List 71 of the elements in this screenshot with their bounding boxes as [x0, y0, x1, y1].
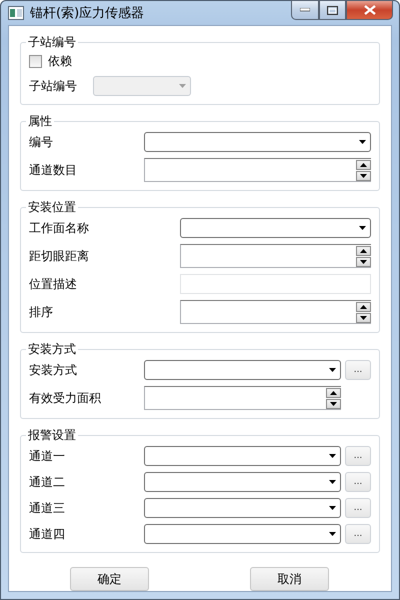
spin-field[interactable]: [144, 386, 341, 410]
close-button[interactable]: [346, 0, 393, 20]
caret-down-icon: [330, 402, 337, 406]
group-title: 报警设置: [27, 427, 77, 444]
caret-down-icon: [179, 84, 186, 88]
field-label: 通道数目: [29, 162, 78, 178]
dropdown[interactable]: [144, 498, 341, 518]
more-button[interactable]: ...: [345, 360, 371, 380]
spin-down-button[interactable]: [356, 256, 371, 266]
maximize-button[interactable]: [319, 0, 346, 20]
spin-up-button[interactable]: [356, 246, 371, 256]
close-icon: [364, 5, 376, 15]
spin-up-button[interactable]: [356, 302, 371, 312]
field-label: 通道一: [29, 448, 66, 464]
caret-down-icon: [360, 316, 367, 320]
caret-down-icon: [359, 226, 366, 230]
maximize-icon: [327, 6, 338, 14]
group-title: 安装位置: [27, 199, 77, 216]
field-label: 有效受力面积: [29, 390, 102, 406]
caret-down-icon: [329, 454, 336, 458]
spin-up-button[interactable]: [326, 388, 341, 398]
caret-up-icon: [360, 248, 367, 252]
group-title: 安装方式: [27, 341, 77, 358]
more-button[interactable]: ...: [345, 498, 371, 518]
caret-down-icon: [329, 532, 336, 536]
text-field[interactable]: [180, 274, 371, 294]
caret-up-icon: [360, 162, 367, 166]
field-label: 通道三: [29, 500, 66, 516]
more-button[interactable]: ...: [345, 446, 371, 466]
field-label: 位置描述: [29, 276, 78, 292]
caret-down-icon: [329, 368, 336, 372]
spin-down-button[interactable]: [356, 170, 371, 180]
ok-button[interactable]: 确定: [70, 567, 149, 591]
minimize-button[interactable]: [291, 0, 319, 20]
group-title: 子站编号: [27, 34, 77, 51]
cancel-button[interactable]: 取消: [250, 567, 329, 591]
more-button[interactable]: ...: [345, 472, 371, 492]
field-label: 通道二: [29, 474, 66, 490]
field-label: 工作面名称: [29, 220, 90, 236]
checkbox[interactable]: [29, 55, 42, 68]
dropdown[interactable]: [180, 218, 371, 238]
dropdown[interactable]: [144, 446, 341, 466]
dropdown[interactable]: [144, 524, 341, 544]
field-label: 编号: [29, 134, 54, 150]
caret-up-icon: [330, 390, 337, 394]
checkbox-label: 依赖: [48, 53, 72, 70]
window-title: 锚杆(索)应力传感器: [30, 5, 144, 22]
more-button[interactable]: ...: [345, 524, 371, 544]
spin-down-button[interactable]: [356, 312, 371, 322]
caret-down-icon: [359, 140, 366, 144]
caret-down-icon: [329, 480, 336, 484]
caret-down-icon: [360, 174, 367, 178]
spin-up-button[interactable]: [356, 160, 371, 170]
caret-down-icon: [360, 260, 367, 264]
spin-down-button[interactable]: [326, 398, 341, 408]
spin-field[interactable]: [180, 244, 371, 268]
caret-up-icon: [360, 304, 367, 308]
dropdown[interactable]: [144, 360, 341, 380]
spin-field[interactable]: [180, 300, 371, 324]
minimize-icon: [300, 8, 310, 12]
dropdown[interactable]: [144, 132, 371, 152]
field-label: 距切眼距离: [29, 248, 90, 264]
spin-field[interactable]: [144, 158, 371, 182]
field-label: 子站编号: [29, 78, 78, 94]
dropdown[interactable]: [144, 472, 341, 492]
field-label: 排序: [29, 304, 54, 320]
field-label: 通道四: [29, 526, 66, 542]
caret-down-icon: [329, 506, 336, 510]
group-title: 属性: [27, 113, 53, 130]
field-label: 安装方式: [29, 362, 78, 378]
window-icon: [8, 6, 24, 20]
